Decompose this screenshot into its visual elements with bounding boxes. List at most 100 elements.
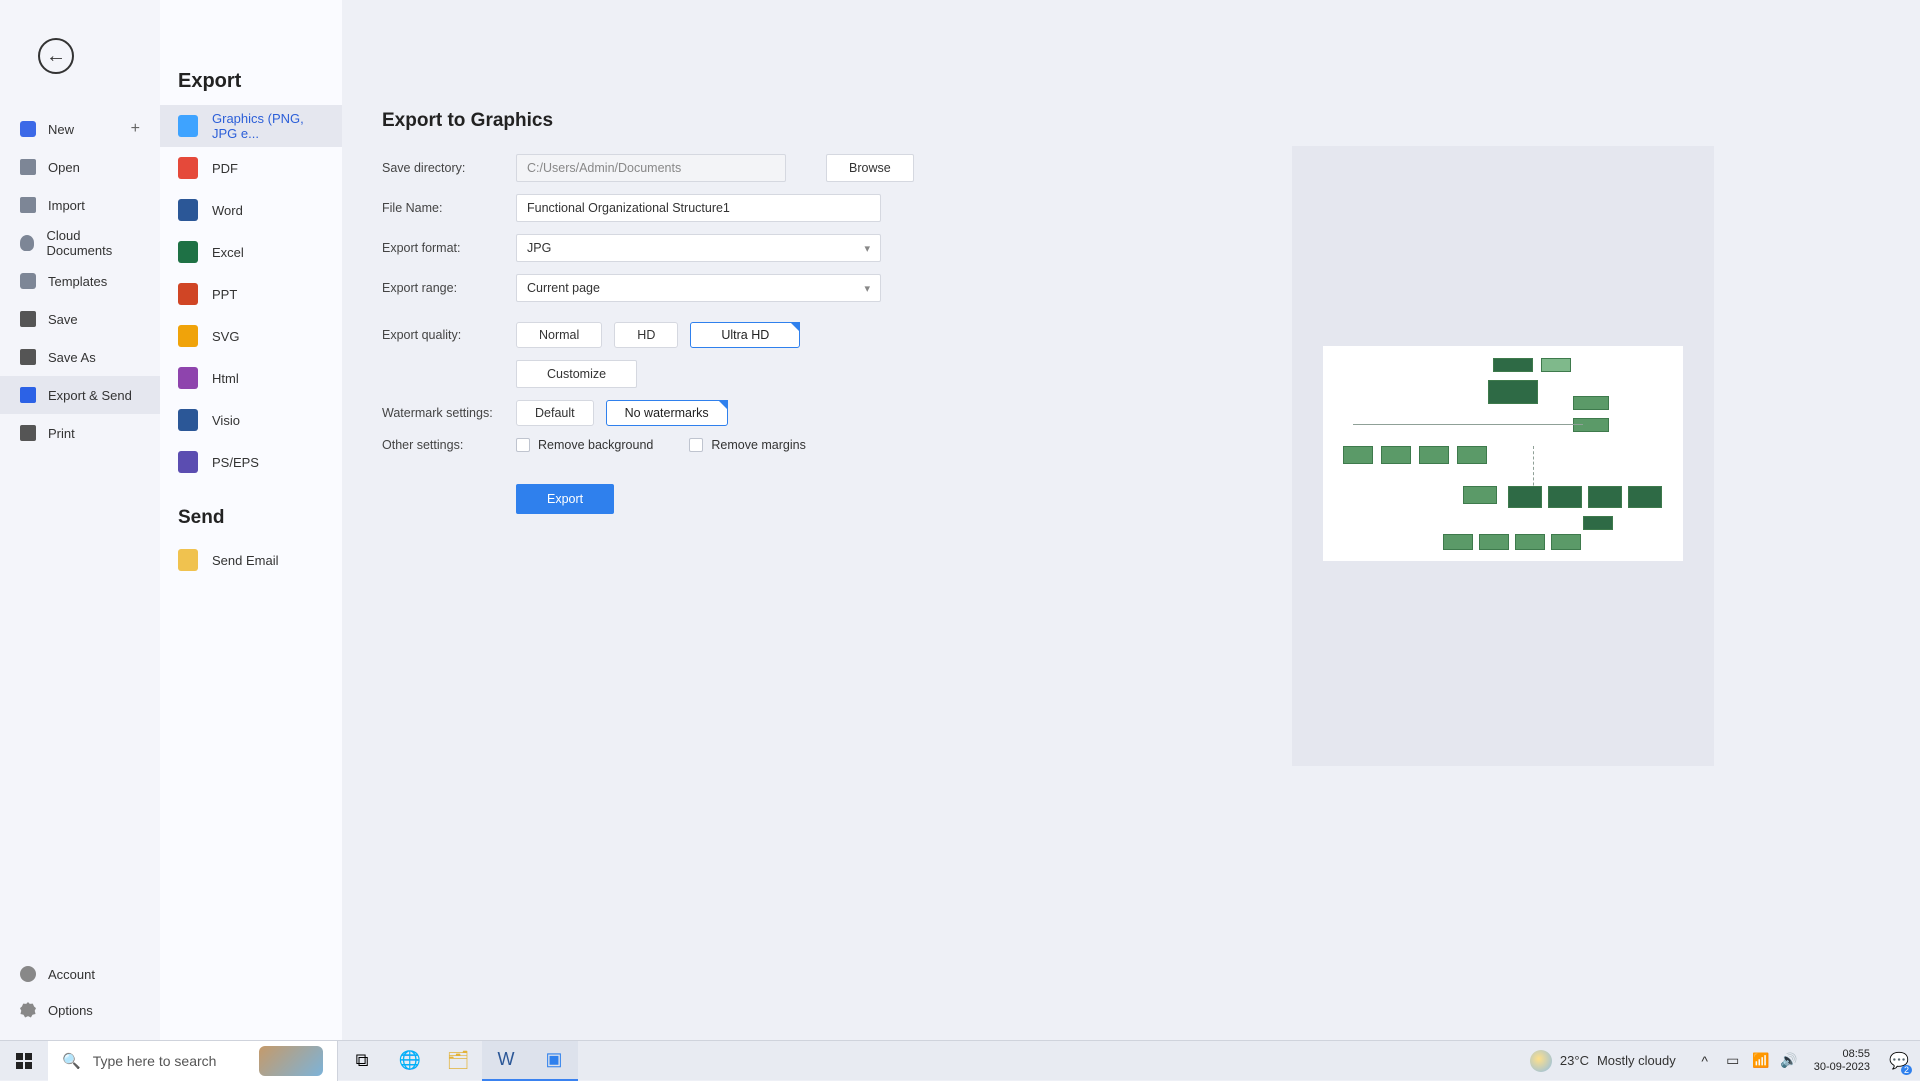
label-save-directory: Save directory:	[382, 161, 502, 175]
graphics-file-icon	[178, 115, 198, 137]
nav-label: Options	[48, 1003, 93, 1018]
nav-cloud-documents[interactable]: Cloud Documents	[0, 224, 160, 262]
taskbar-app-explorer[interactable]: 🗂	[434, 1041, 482, 1081]
label-export-format: Export format:	[382, 241, 502, 255]
nav-import[interactable]: Import	[0, 186, 160, 224]
taskbar-clock[interactable]: 08:55 30-09-2023	[1806, 1048, 1878, 1074]
type-label: Graphics (PNG, JPG e...	[212, 111, 324, 141]
nav-templates[interactable]: Templates	[0, 262, 160, 300]
clock-time: 08:55	[1814, 1048, 1870, 1061]
label-file-name: File Name:	[382, 201, 502, 215]
export-format-value: JPG	[527, 241, 551, 255]
nav-label: Save As	[48, 350, 96, 365]
type-label: Excel	[212, 245, 244, 260]
tray-wifi-icon[interactable]: 📶	[1750, 1041, 1772, 1081]
taskbar-app-edge[interactable]: 🌐	[386, 1041, 434, 1081]
nav-label: Import	[48, 198, 85, 213]
nav-options[interactable]: Options	[0, 992, 160, 1028]
export-range-select[interactable]: Current page	[516, 274, 881, 302]
nav-new[interactable]: New +	[0, 110, 160, 148]
nav-label: New	[48, 122, 74, 137]
taskbar-app-edrawmax[interactable]: ▣	[530, 1041, 578, 1081]
type-pdf[interactable]: PDF	[160, 147, 342, 189]
action-center-icon[interactable]: 💬2	[1884, 1041, 1914, 1081]
cloud-icon	[20, 235, 34, 251]
ps-file-icon	[178, 451, 198, 473]
label-other: Other settings:	[382, 438, 502, 452]
file-name-field[interactable]: Functional Organizational Structure1	[516, 194, 881, 222]
watermark-none[interactable]: No watermarks	[606, 400, 728, 426]
task-view-icon[interactable]: ⧉	[338, 1041, 386, 1081]
type-svg[interactable]: SVG	[160, 315, 342, 357]
type-excel[interactable]: Excel	[160, 231, 342, 273]
export-format-select[interactable]: JPG	[516, 234, 881, 262]
nav-label: Account	[48, 967, 95, 982]
label-watermark: Watermark settings:	[382, 406, 502, 420]
preview-thumbnail	[1323, 346, 1683, 561]
nav-print[interactable]: Print	[0, 414, 160, 452]
svg-file-icon	[178, 325, 198, 347]
checkbox-remove-margins[interactable]: Remove margins	[689, 438, 805, 452]
visio-file-icon	[178, 409, 198, 431]
export-range-value: Current page	[527, 281, 600, 295]
watermark-segment: Default No watermarks	[516, 400, 728, 426]
checkbox-box	[516, 438, 530, 452]
type-pseps[interactable]: PS/EPS	[160, 441, 342, 483]
nav-label: Open	[48, 160, 80, 175]
start-button[interactable]	[0, 1041, 48, 1081]
quality-hd[interactable]: HD	[614, 322, 678, 348]
tray-volume-icon[interactable]: 🔊	[1778, 1041, 1800, 1081]
app-window: Wondershare EdrawMax Pro — ▢ ✕ ?▾ 🔔 ⊞▾ 🛍…	[0, 0, 1920, 1040]
type-word[interactable]: Word	[160, 189, 342, 231]
taskbar-search[interactable]: 🔍 Type here to search	[48, 1041, 338, 1081]
nav-save[interactable]: Save	[0, 300, 160, 338]
nav-label: Export & Send	[48, 388, 132, 403]
checkbox-label: Remove margins	[711, 438, 805, 452]
type-label: Word	[212, 203, 243, 218]
add-icon[interactable]: +	[131, 120, 140, 138]
search-icon: 🔍	[62, 1052, 81, 1070]
nav-account[interactable]: Account	[0, 956, 160, 992]
file-menu-sidebar: ← New + Open Import Cloud Documents Temp…	[0, 0, 160, 1040]
system-tray: 23°C Mostly cloudy ^ ▭ 📶 🔊 08:55 30-09-2…	[1530, 1041, 1920, 1081]
type-send-email[interactable]: Send Email	[160, 539, 342, 581]
type-visio[interactable]: Visio	[160, 399, 342, 441]
browse-button[interactable]: Browse	[826, 154, 914, 182]
type-label: PDF	[212, 161, 238, 176]
tray-meet-now-icon[interactable]: ▭	[1722, 1041, 1744, 1081]
preview-area	[1292, 146, 1714, 766]
nav-save-as[interactable]: Save As	[0, 338, 160, 376]
type-label: PS/EPS	[212, 455, 259, 470]
tray-chevron-icon[interactable]: ^	[1694, 1041, 1716, 1081]
checkbox-remove-background[interactable]: Remove background	[516, 438, 653, 452]
watermark-default[interactable]: Default	[516, 400, 594, 426]
export-heading: Export	[160, 70, 342, 105]
weather-icon	[1530, 1050, 1552, 1072]
nav-open[interactable]: Open	[0, 148, 160, 186]
export-button[interactable]: Export	[516, 484, 614, 514]
type-label: SVG	[212, 329, 239, 344]
save-directory-field[interactable]: C:/Users/Admin/Documents	[516, 154, 786, 182]
quality-ultra-hd[interactable]: Ultra HD	[690, 322, 800, 348]
folder-icon	[20, 159, 36, 175]
quality-normal[interactable]: Normal	[516, 322, 602, 348]
back-button[interactable]: ←	[38, 38, 74, 74]
type-label: Visio	[212, 413, 240, 428]
templates-icon	[20, 273, 36, 289]
type-graphics[interactable]: Graphics (PNG, JPG e...	[160, 105, 342, 147]
type-ppt[interactable]: PPT	[160, 273, 342, 315]
html-file-icon	[178, 367, 198, 389]
taskbar-app-word[interactable]: W	[482, 1041, 530, 1081]
export-types-sidebar: Export Graphics (PNG, JPG e... PDF Word …	[160, 0, 342, 1040]
weather-widget[interactable]: 23°C Mostly cloudy	[1530, 1050, 1676, 1072]
nav-export-send[interactable]: Export & Send	[0, 376, 160, 414]
type-label: Send Email	[212, 553, 278, 568]
export-form-panel: Export to Graphics Save directory: C:/Us…	[342, 0, 1920, 1040]
account-icon	[20, 966, 36, 982]
customize-button[interactable]: Customize	[516, 360, 637, 388]
type-html[interactable]: Html	[160, 357, 342, 399]
type-label: PPT	[212, 287, 237, 302]
checkbox-label: Remove background	[538, 438, 653, 452]
send-heading: Send	[160, 483, 342, 539]
word-file-icon	[178, 199, 198, 221]
